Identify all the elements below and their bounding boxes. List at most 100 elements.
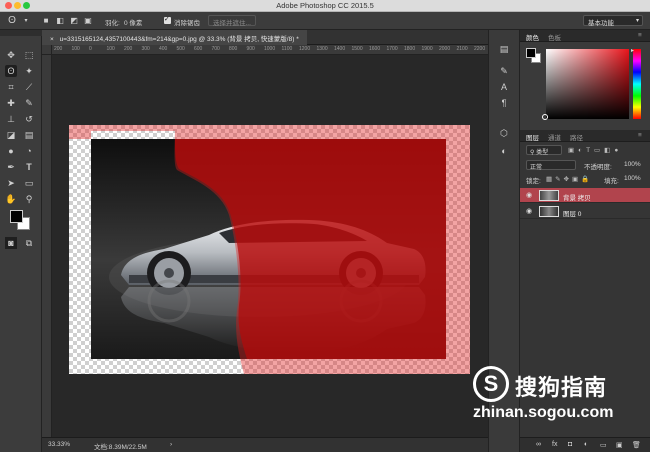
tab-channels[interactable]: 通道 — [548, 132, 561, 142]
3d-panel-icon[interactable]: ⬡ — [497, 126, 511, 140]
workspace-switcher[interactable]: 基本功能 ▾ — [583, 15, 643, 27]
path-selection-tool-icon[interactable]: ➤ — [5, 177, 17, 189]
add-selection-icon[interactable]: ◧ — [54, 15, 66, 27]
horizontal-ruler[interactable]: 200 100 0 100 200 300 400 500 600 700 800 900 1000 11… — [52, 45, 488, 55]
link-layers-icon[interactable]: ∞ — [536, 441, 541, 448]
blend-mode-dropdown[interactable]: 正常 — [526, 160, 576, 171]
workspace-label: 基本功能 — [588, 20, 614, 27]
tab-layers[interactable]: 图层 — [526, 132, 539, 142]
eye-icon[interactable]: ◉ — [526, 191, 532, 199]
panel-menu-icon[interactable]: ≡ — [638, 132, 642, 139]
marquee-tool-icon[interactable]: ⬚ — [23, 49, 35, 61]
ruler-tick-label: 500 — [176, 46, 185, 52]
move-tool-icon[interactable]: ✥ — [5, 49, 17, 61]
select-and-mask-button[interactable]: 选择并遮住... — [208, 15, 256, 27]
foreground-color-swatch-top[interactable] — [10, 210, 23, 223]
gradient-tool-icon[interactable]: ▤ — [23, 129, 35, 141]
pen-tool-icon[interactable]: ✒ — [5, 161, 17, 173]
new-selection-icon[interactable]: ■ — [40, 15, 52, 27]
color-panel: ▸ — [520, 42, 650, 130]
add-mask-icon[interactable]: ◘ — [568, 441, 572, 448]
quick-mask-icon[interactable]: ◙ — [5, 237, 17, 249]
magic-wand-tool-icon[interactable]: ✦ — [23, 65, 35, 77]
ruler-tick-label: 900 — [246, 46, 255, 52]
hue-slider[interactable] — [633, 49, 641, 119]
brush-settings-icon[interactable]: ✎ — [497, 64, 511, 78]
type-tool-icon[interactable]: T — [23, 161, 35, 173]
color-panel-tabs: 颜色 色板 ≡ — [520, 30, 650, 42]
chevron-down-icon[interactable]: ▾ — [20, 15, 32, 27]
paragraph-panel-icon[interactable]: ¶ — [497, 96, 511, 110]
healing-brush-tool-icon[interactable]: ✚ — [5, 97, 17, 109]
adjustments-panel-icon[interactable]: ◐ — [497, 144, 511, 158]
intersect-selection-icon[interactable]: ▣ — [82, 15, 94, 27]
new-group-folder-icon[interactable]: ▭ — [600, 441, 607, 449]
subtract-selection-icon[interactable]: ◩ — [68, 15, 80, 27]
eyedropper-tool-icon[interactable]: ⟋ — [23, 81, 35, 93]
tab-color[interactable]: 颜色 — [526, 32, 539, 42]
zoom-level[interactable]: 33.33% — [48, 441, 70, 448]
tab-swatches[interactable]: 色板 — [548, 32, 561, 42]
window-titlebar: Adobe Photoshop CC 2015.5 — [0, 0, 650, 12]
window-title: Adobe Photoshop CC 2015.5 — [276, 1, 374, 10]
ruler-tick-label: 1600 — [369, 46, 381, 52]
lock-icons[interactable]: ▦✎✥▣🔒 — [546, 175, 596, 183]
rectangle-tool-icon[interactable]: ▭ — [23, 177, 35, 189]
ruler-tick-label: 600 — [194, 46, 203, 52]
layer-filter-kind: 类型 — [536, 150, 549, 156]
tab-paths[interactable]: 路径 — [570, 132, 583, 142]
layer-filter-dropdown[interactable]: ⚲ 类型 — [526, 145, 562, 156]
ruler-tick-label: 0 — [89, 46, 92, 52]
crop-tool-icon[interactable]: ⌗ — [5, 81, 17, 93]
ruler-tick-label: 1900 — [421, 46, 433, 52]
zoom-tool-icon[interactable]: ⚲ — [23, 193, 35, 205]
sogou-watermark: S 搜狗指南 zhinan.sogou.com — [473, 366, 633, 426]
document-tabbar: × u=3315165124,4357100443&fm=214&gp=0.jp… — [42, 30, 488, 45]
document-size: 文档:8.39M/22.5M — [94, 444, 147, 451]
feather-input[interactable]: 0 像素 — [124, 17, 142, 27]
hue-slider-handle-icon[interactable]: ▸ — [631, 47, 634, 54]
close-icon[interactable]: × — [50, 36, 54, 43]
trash-icon[interactable]: 🗑 — [632, 441, 641, 449]
hand-tool-icon[interactable]: ✋ — [5, 193, 17, 205]
canvas[interactable] — [69, 125, 470, 374]
fx-icon[interactable]: fx — [552, 441, 557, 448]
panel-foreground-swatch-top[interactable] — [526, 48, 536, 58]
dodge-tool-icon[interactable]: ◔ — [23, 145, 35, 157]
document-window: × u=3315165124,4357100443&fm=214&gp=0.jp… — [42, 30, 488, 452]
history-panel-icon[interactable]: ▤ — [497, 42, 511, 56]
panel-menu-icon[interactable]: ≡ — [638, 32, 642, 39]
antialias-label: 消除锯齿 — [174, 20, 200, 27]
ruler-tick-label: 1000 — [264, 46, 276, 52]
ruler-tick-label: 2100 — [456, 46, 468, 52]
new-layer-icon[interactable]: ▣ — [616, 441, 623, 449]
lasso-preset-icon[interactable]: ʘ — [6, 15, 18, 27]
layer-thumbnail — [539, 206, 559, 217]
vertical-ruler[interactable] — [42, 45, 52, 437]
opacity-value[interactable]: 100% — [624, 161, 648, 168]
blur-tool-icon[interactable]: ● — [5, 145, 17, 157]
adjustment-layer-icon[interactable]: ◐ — [584, 441, 588, 448]
history-brush-tool-icon[interactable]: ↺ — [23, 113, 35, 125]
stamp-tool-icon[interactable]: ⊥ — [5, 113, 17, 125]
document-tab[interactable]: × u=3315165124,4357100443&fm=214&gp=0.jp… — [42, 30, 307, 45]
properties-panel-icon[interactable]: A — [497, 80, 511, 94]
eye-icon[interactable]: ◉ — [526, 207, 532, 215]
layer-name: 图层 0 — [563, 211, 582, 218]
layer-row[interactable]: ◉ 背景 拷贝 — [520, 188, 650, 203]
layer-filter-icons[interactable]: ▣◐T▭◧● — [568, 146, 648, 154]
eraser-tool-icon[interactable]: ◪ — [5, 129, 17, 141]
layer-row[interactable]: ◉ 图层 0 — [520, 204, 650, 219]
color-saturation-field[interactable] — [546, 49, 629, 119]
ruler-origin[interactable] — [42, 45, 52, 55]
toolbar-grip[interactable] — [0, 30, 42, 36]
color-picker-cursor[interactable] — [542, 114, 548, 120]
status-menu-arrow-icon[interactable]: › — [170, 441, 172, 448]
brush-tool-icon[interactable]: ✎ — [23, 97, 35, 109]
fill-value[interactable]: 100% — [624, 175, 648, 182]
antialias-checkbox[interactable] — [164, 15, 171, 24]
fill-label: 填充: — [604, 178, 619, 185]
lasso-tool-icon[interactable]: ʘ — [5, 65, 17, 77]
screen-mode-icon[interactable]: ⧉ — [23, 237, 35, 249]
tools-panel: ✥ ⬚ ʘ ✦ ⌗ ⟋ ✚ ✎ ⊥ ↺ ◪ ▤ ● ◔ ✒ T ➤ ▭ ✋ ⚲ … — [0, 30, 42, 452]
